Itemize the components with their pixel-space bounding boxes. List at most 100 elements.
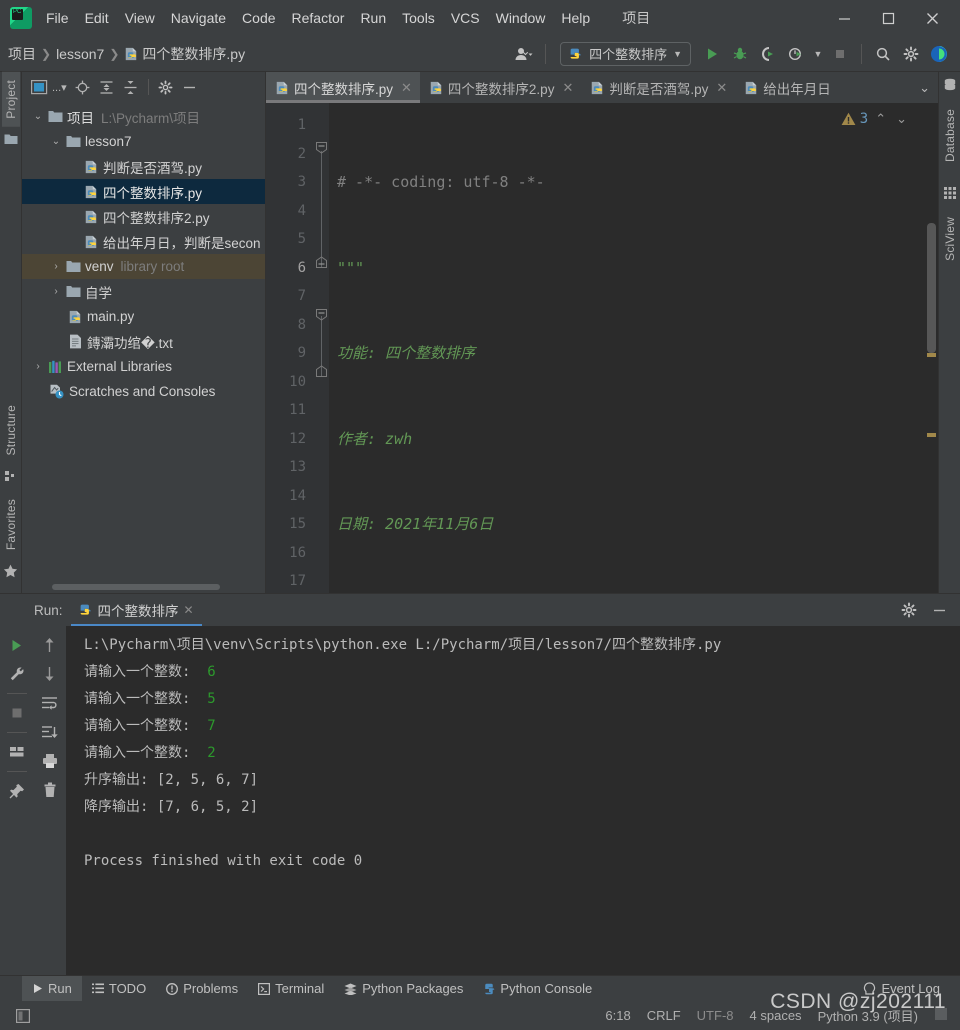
menu-window[interactable]: Window xyxy=(488,7,554,29)
project-tree-horizontal-scrollbar[interactable] xyxy=(22,581,265,593)
sidebar-tab-structure[interactable]: Structure xyxy=(2,397,20,464)
file-encoding[interactable]: UTF-8 xyxy=(697,1008,734,1023)
collapse-all-icon[interactable] xyxy=(120,76,142,98)
chevron-right-icon[interactable]: › xyxy=(48,286,64,297)
tree-item-scratches-and-consoles[interactable]: Scratches and Consoles xyxy=(22,379,265,404)
layout-toggle-button[interactable] xyxy=(8,1008,38,1023)
fold-for-loop-start-icon[interactable] xyxy=(315,308,328,321)
tree-item-venv[interactable]: › venv library root xyxy=(22,254,265,279)
project-tree[interactable]: ⌄ 项目 L:\Pycharm\项目 ⌄ lesson7 判断是否酒驾.py 四… xyxy=(22,102,265,581)
editor-scrollbar-thumb[interactable] xyxy=(927,223,936,353)
tree-item-file-four-int-sort-2[interactable]: 四个整数排序2.py xyxy=(22,204,265,229)
sidebar-tab-project[interactable]: Project xyxy=(1,72,20,127)
breadcrumb-item-project[interactable]: 项目 xyxy=(8,44,36,64)
expand-all-icon[interactable] xyxy=(96,76,118,98)
caret-position[interactable]: 6:18 xyxy=(605,1008,630,1023)
code-content[interactable]: # -*- coding: utf-8 -*- """ 功能: 四个整数排序 作… xyxy=(329,103,921,593)
sidebar-tab-database[interactable]: Database xyxy=(941,101,959,170)
menu-code[interactable]: Code xyxy=(234,7,283,29)
tree-item-file-four-int-sort[interactable]: 四个整数排序.py xyxy=(22,179,265,204)
maximize-button[interactable] xyxy=(866,1,910,35)
menu-help[interactable]: Help xyxy=(553,7,598,29)
breadcrumb-item-file[interactable]: 四个整数排序.py xyxy=(124,44,245,64)
line-separator[interactable]: CRLF xyxy=(647,1008,681,1023)
hide-panel-icon[interactable] xyxy=(179,76,201,98)
rerun-icon[interactable] xyxy=(4,632,30,658)
sidebar-tab-sciview[interactable]: SciView xyxy=(941,209,959,269)
bottom-tab-python-packages[interactable]: Python Packages xyxy=(334,976,473,1002)
code-editor[interactable]: 1 2 3 4 5 6 7 8 9 10 11 12 13 14 15 16 1 xyxy=(266,103,938,593)
profile-button[interactable] xyxy=(783,41,809,67)
chevron-right-icon[interactable]: › xyxy=(30,361,46,372)
tree-item-file-drunk-driving[interactable]: 判断是否酒驾.py xyxy=(22,154,265,179)
menu-view[interactable]: View xyxy=(117,7,163,29)
editor-tab-drunk-driving[interactable]: 判断是否酒驾.py ✕ xyxy=(581,72,735,103)
stop-icon[interactable] xyxy=(4,700,30,726)
bottom-tab-python-console[interactable]: Python Console xyxy=(473,976,602,1002)
chevron-down-icon[interactable]: ⌄ xyxy=(30,111,46,122)
minimize-button[interactable] xyxy=(822,1,866,35)
profile-dropdown-arrow[interactable]: ▼ xyxy=(811,41,825,67)
settings-gear-icon[interactable] xyxy=(896,597,922,623)
editor-tabs-more-icon[interactable]: ⌄ xyxy=(911,72,938,103)
locate-icon[interactable] xyxy=(72,76,94,98)
run-tab[interactable]: 四个整数排序 ✕ xyxy=(70,594,202,626)
chevron-down-icon[interactable]: ⌄ xyxy=(48,136,64,147)
tree-item-lesson7[interactable]: ⌄ lesson7 xyxy=(22,129,265,154)
bottom-tab-terminal[interactable]: Terminal xyxy=(248,976,334,1002)
tree-item-main-py[interactable]: main.py xyxy=(22,304,265,329)
fold-for-loop-end-icon[interactable] xyxy=(315,365,328,378)
menu-run[interactable]: Run xyxy=(352,7,394,29)
trash-icon[interactable] xyxy=(37,777,63,803)
editor-tab-four-int-sort[interactable]: 四个整数排序.py ✕ xyxy=(266,72,420,103)
indent-setting[interactable]: 4 spaces xyxy=(750,1008,802,1023)
scrollbar-warning-marker[interactable] xyxy=(927,433,936,437)
menu-navigate[interactable]: Navigate xyxy=(163,7,234,29)
bottom-tab-problems[interactable]: Problems xyxy=(156,976,248,1002)
pin-icon[interactable] xyxy=(4,778,30,804)
run-button[interactable] xyxy=(699,41,725,67)
editor-tab-date-judge[interactable]: 给出年月日 xyxy=(735,72,839,103)
menu-vcs[interactable]: VCS xyxy=(443,7,488,29)
chevron-right-icon[interactable]: › xyxy=(48,261,64,272)
tree-item-txt-file[interactable]: 鏄灞功绾�.txt xyxy=(22,329,265,354)
close-button[interactable] xyxy=(910,1,954,35)
soft-wrap-icon[interactable] xyxy=(37,690,63,716)
close-icon[interactable]: ✕ xyxy=(716,80,727,96)
project-view-selector[interactable]: ...▾ xyxy=(28,76,70,98)
scroll-to-end-icon[interactable] xyxy=(37,719,63,745)
close-icon[interactable]: ✕ xyxy=(562,80,573,96)
event-log-button[interactable]: Event Log xyxy=(853,976,950,1002)
fold-docstring-start-icon[interactable] xyxy=(315,141,328,154)
settings-gear-icon[interactable] xyxy=(898,41,924,67)
layout-icon[interactable] xyxy=(4,739,30,765)
fold-docstring-end-icon[interactable] xyxy=(315,256,328,269)
editor-tab-four-int-sort-2[interactable]: 四个整数排序2.py ✕ xyxy=(420,72,581,103)
menu-edit[interactable]: Edit xyxy=(77,7,117,29)
settings-wrench-icon[interactable] xyxy=(4,661,30,687)
pycharm-help-icon[interactable] xyxy=(926,41,952,67)
scrollbar-warning-marker[interactable] xyxy=(927,353,936,357)
hide-panel-icon[interactable] xyxy=(926,597,952,623)
sidebar-tab-favorites[interactable]: Favorites xyxy=(2,491,20,558)
tree-item-self-study[interactable]: › 自学 xyxy=(22,279,265,304)
editor-gutter[interactable]: 1 2 3 4 5 6 7 8 9 10 11 12 13 14 15 16 1 xyxy=(266,103,314,593)
editor-scrollbar[interactable] xyxy=(921,103,938,593)
python-interpreter[interactable]: Python 3.9 (项目) xyxy=(818,1006,918,1025)
settings-gear-icon[interactable] xyxy=(155,76,177,98)
search-everywhere-icon[interactable] xyxy=(870,41,896,67)
print-icon[interactable] xyxy=(37,748,63,774)
bottom-tab-todo[interactable]: TODO xyxy=(82,976,156,1002)
chevron-up-icon[interactable]: ⌃ xyxy=(872,111,889,127)
menu-file[interactable]: File xyxy=(38,7,77,29)
bottom-tab-run[interactable]: Run xyxy=(22,975,82,1002)
user-avatar-icon[interactable] xyxy=(511,41,537,67)
debug-button[interactable] xyxy=(727,41,753,67)
memory-indicator[interactable] xyxy=(934,1007,948,1024)
menu-tools[interactable]: Tools xyxy=(394,7,443,29)
menu-refactor[interactable]: Refactor xyxy=(284,7,353,29)
run-console-output[interactable]: L:\Pycharm\项目\venv\Scripts\python.exe L:… xyxy=(66,626,960,975)
chevron-down-icon[interactable]: ⌄ xyxy=(893,111,910,127)
close-icon[interactable]: ✕ xyxy=(401,80,412,96)
tree-item-project[interactable]: ⌄ 项目 L:\Pycharm\项目 xyxy=(22,104,265,129)
